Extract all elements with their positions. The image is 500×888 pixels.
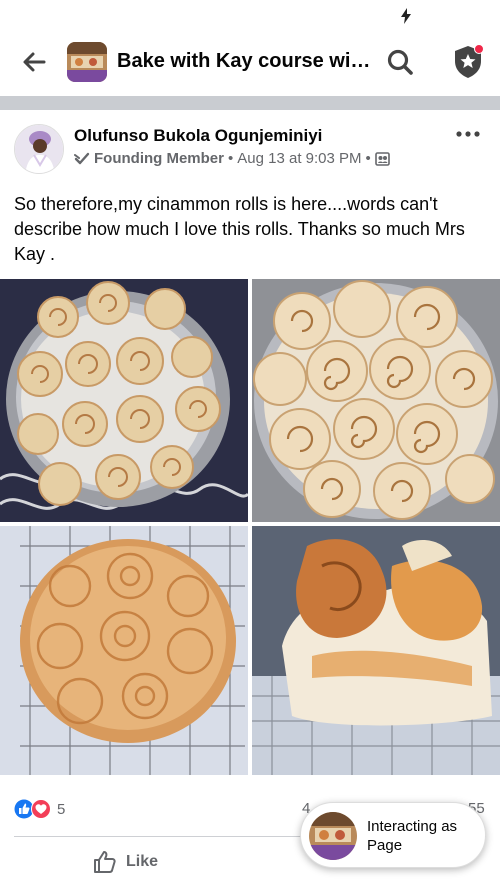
reactions-summary[interactable]: 5 [14,798,65,820]
love-reaction-icon [31,799,51,819]
group-members-icon [374,151,390,166]
interacting-as-page-button[interactable]: Interacting as Page [300,802,486,868]
like-button[interactable]: Like [92,848,158,876]
status-bar [0,0,500,30]
meta-separator: • [228,150,234,167]
post-photo-3[interactable] [0,526,248,775]
more-horizontal-icon[interactable] [454,124,482,144]
notification-dot [474,44,484,54]
like-label: Like [126,853,159,870]
thumbs-up-icon [94,851,116,873]
author-avatar[interactable] [14,124,64,174]
post-photo-1[interactable] [0,279,248,522]
founding-member-icon [74,152,90,164]
group-thumbnail[interactable] [67,42,107,82]
post-photo-4[interactable] [252,526,500,775]
app-header: Bake with Kay course wit… [0,30,500,92]
page-avatar [309,812,357,860]
post-date[interactable]: Aug 13 at 9:03 PM [237,150,361,167]
feed-separator [0,96,500,110]
post-meta: Founding Member • Aug 13 at 9:03 PM • [74,150,390,167]
member-badge[interactable]: Founding Member [94,150,224,167]
author-name[interactable]: Olufunso Bukola Ogunjeminiyi [74,126,322,146]
interacting-as-label: Interacting as Page [367,818,458,854]
post-text: So therefore,my cinammon rolls is here..… [14,194,465,264]
post-photo-2[interactable] [252,279,500,522]
meta-separator-2: • [365,150,371,167]
reaction-count: 5 [57,800,66,818]
arrow-left-icon[interactable] [14,48,54,76]
group-title[interactable]: Bake with Kay course wit… [117,50,377,73]
search-icon[interactable] [384,46,416,78]
charging-bolt-icon [401,8,411,24]
